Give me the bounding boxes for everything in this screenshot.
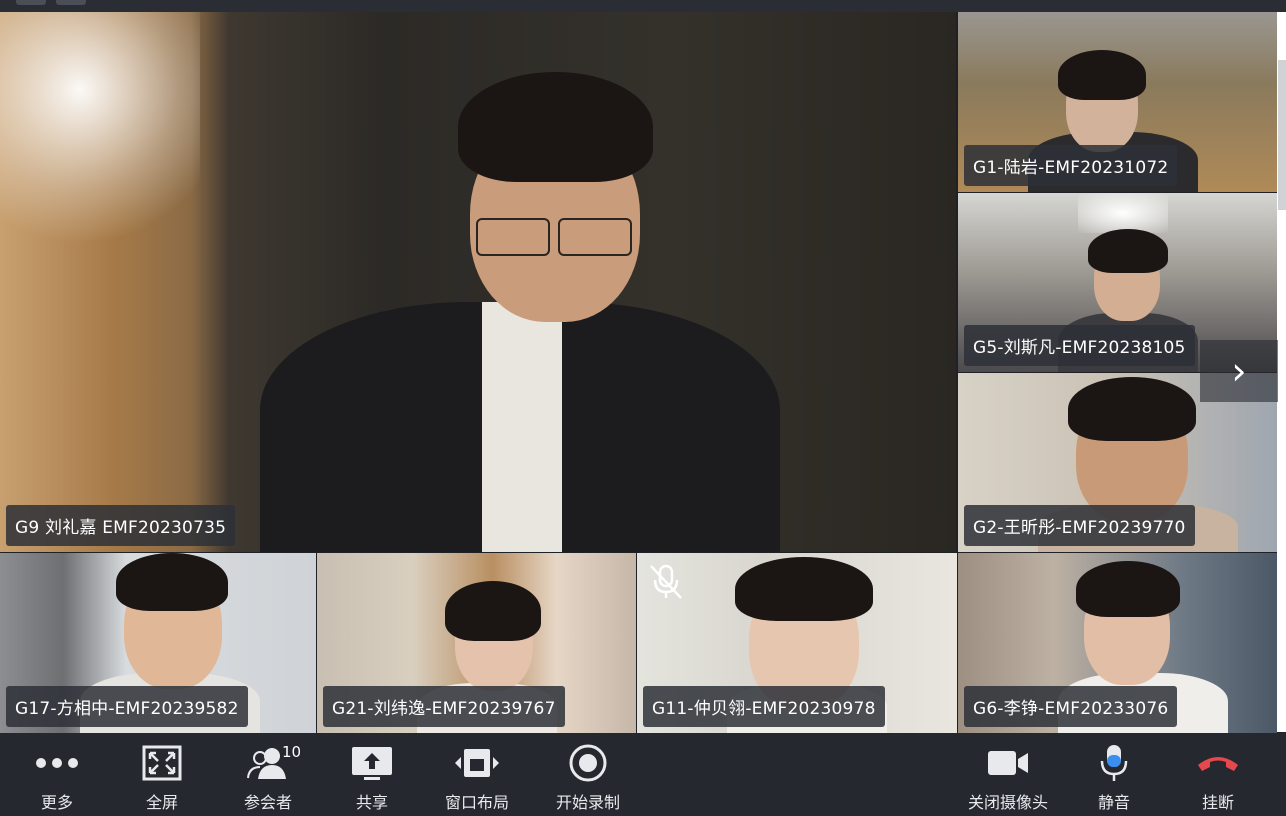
participants-button[interactable]: 10 参会者 — [236, 733, 302, 816]
participant-name-tag: G21-刘纬逸-EMF20239767 — [323, 686, 565, 727]
start-recording-label: 开始录制 — [555, 793, 620, 812]
meeting-toolbar: 更多 全屏 10 参会者 共享 窗口布局 开始录制 关闭摄像头 静音 挂断 — [0, 733, 1286, 816]
participant-hair — [116, 553, 228, 611]
stop-camera-label: 关闭摄像头 — [967, 793, 1048, 812]
more-button[interactable]: 更多 — [27, 733, 87, 816]
participant-name-tag: G6-李铮-EMF20233076 — [964, 686, 1178, 727]
right-edge-window — [1277, 12, 1286, 732]
fullscreen-icon — [132, 743, 192, 783]
participant-name-tag: G9 刘礼嘉 EMF20230735 — [6, 505, 236, 546]
participant-hair — [458, 72, 653, 182]
main-video-tile[interactable]: G9 刘礼嘉 EMF20230735 — [0, 12, 956, 552]
ceiling-light — [1078, 193, 1168, 233]
participant-name-tag: G11-仲贝翎-EMF20230978 — [643, 686, 885, 727]
window-glare — [0, 12, 200, 272]
chevron-right-icon: › — [1231, 349, 1247, 393]
window-layout-button[interactable]: 窗口布局 — [440, 733, 514, 816]
video-tile[interactable]: G6-李铮-EMF20233076 — [958, 553, 1277, 733]
participant-name-tag: G5-刘斯凡-EMF20238105 — [964, 325, 1195, 366]
participant-hair — [445, 581, 541, 641]
top-bar — [0, 0, 1286, 12]
more-label: 更多 — [40, 793, 73, 812]
fullscreen-label: 全屏 — [145, 793, 178, 812]
top-bar-button[interactable] — [16, 0, 46, 5]
stop-camera-button[interactable]: 关闭摄像头 — [965, 733, 1051, 816]
participant-hair — [1068, 377, 1196, 441]
share-button[interactable]: 共享 — [342, 733, 402, 816]
participant-hair — [1088, 229, 1168, 273]
participant-hair — [735, 557, 873, 621]
record-icon — [558, 743, 618, 783]
share-upload-icon — [342, 743, 402, 783]
camera-icon — [978, 743, 1038, 783]
mute-button[interactable]: 静音 — [1084, 733, 1144, 816]
participant-hair — [1058, 50, 1146, 100]
start-recording-button[interactable]: 开始录制 — [553, 733, 623, 816]
window-layout-icon — [447, 743, 507, 783]
video-tile[interactable]: G1-陆岩-EMF20231072 — [958, 12, 1277, 192]
hangup-button[interactable]: 挂断 — [1188, 733, 1248, 816]
video-tile[interactable]: G17-方相中-EMF20239582 — [0, 553, 316, 733]
participant-name-tag: G17-方相中-EMF20239582 — [6, 686, 248, 727]
microphone-icon — [1084, 743, 1144, 783]
participants-icon: 10 — [238, 743, 302, 783]
mute-label: 静音 — [1097, 793, 1130, 812]
participants-count-badge: 10 — [282, 743, 302, 761]
hangup-label: 挂断 — [1201, 793, 1234, 812]
window-layout-label: 窗口布局 — [444, 793, 509, 812]
more-dots-icon — [27, 743, 87, 783]
microphone-muted-icon — [650, 564, 682, 599]
shirt — [482, 302, 562, 552]
video-tile[interactable]: G21-刘纬逸-EMF20239767 — [317, 553, 636, 733]
participant-name-tag: G2-王昕彤-EMF20239770 — [964, 505, 1195, 546]
participant-glasses — [476, 218, 550, 256]
next-page-button[interactable]: › — [1200, 340, 1278, 402]
participant-glasses — [558, 218, 632, 256]
fullscreen-button[interactable]: 全屏 — [132, 733, 192, 816]
hangup-icon — [1188, 743, 1248, 783]
share-label: 共享 — [355, 793, 388, 812]
top-bar-button[interactable] — [56, 0, 86, 5]
participants-label: 参会者 — [243, 793, 292, 812]
participant-hair — [1076, 561, 1180, 617]
edge-strip — [1278, 60, 1286, 210]
participant-name-tag: G1-陆岩-EMF20231072 — [964, 145, 1178, 186]
